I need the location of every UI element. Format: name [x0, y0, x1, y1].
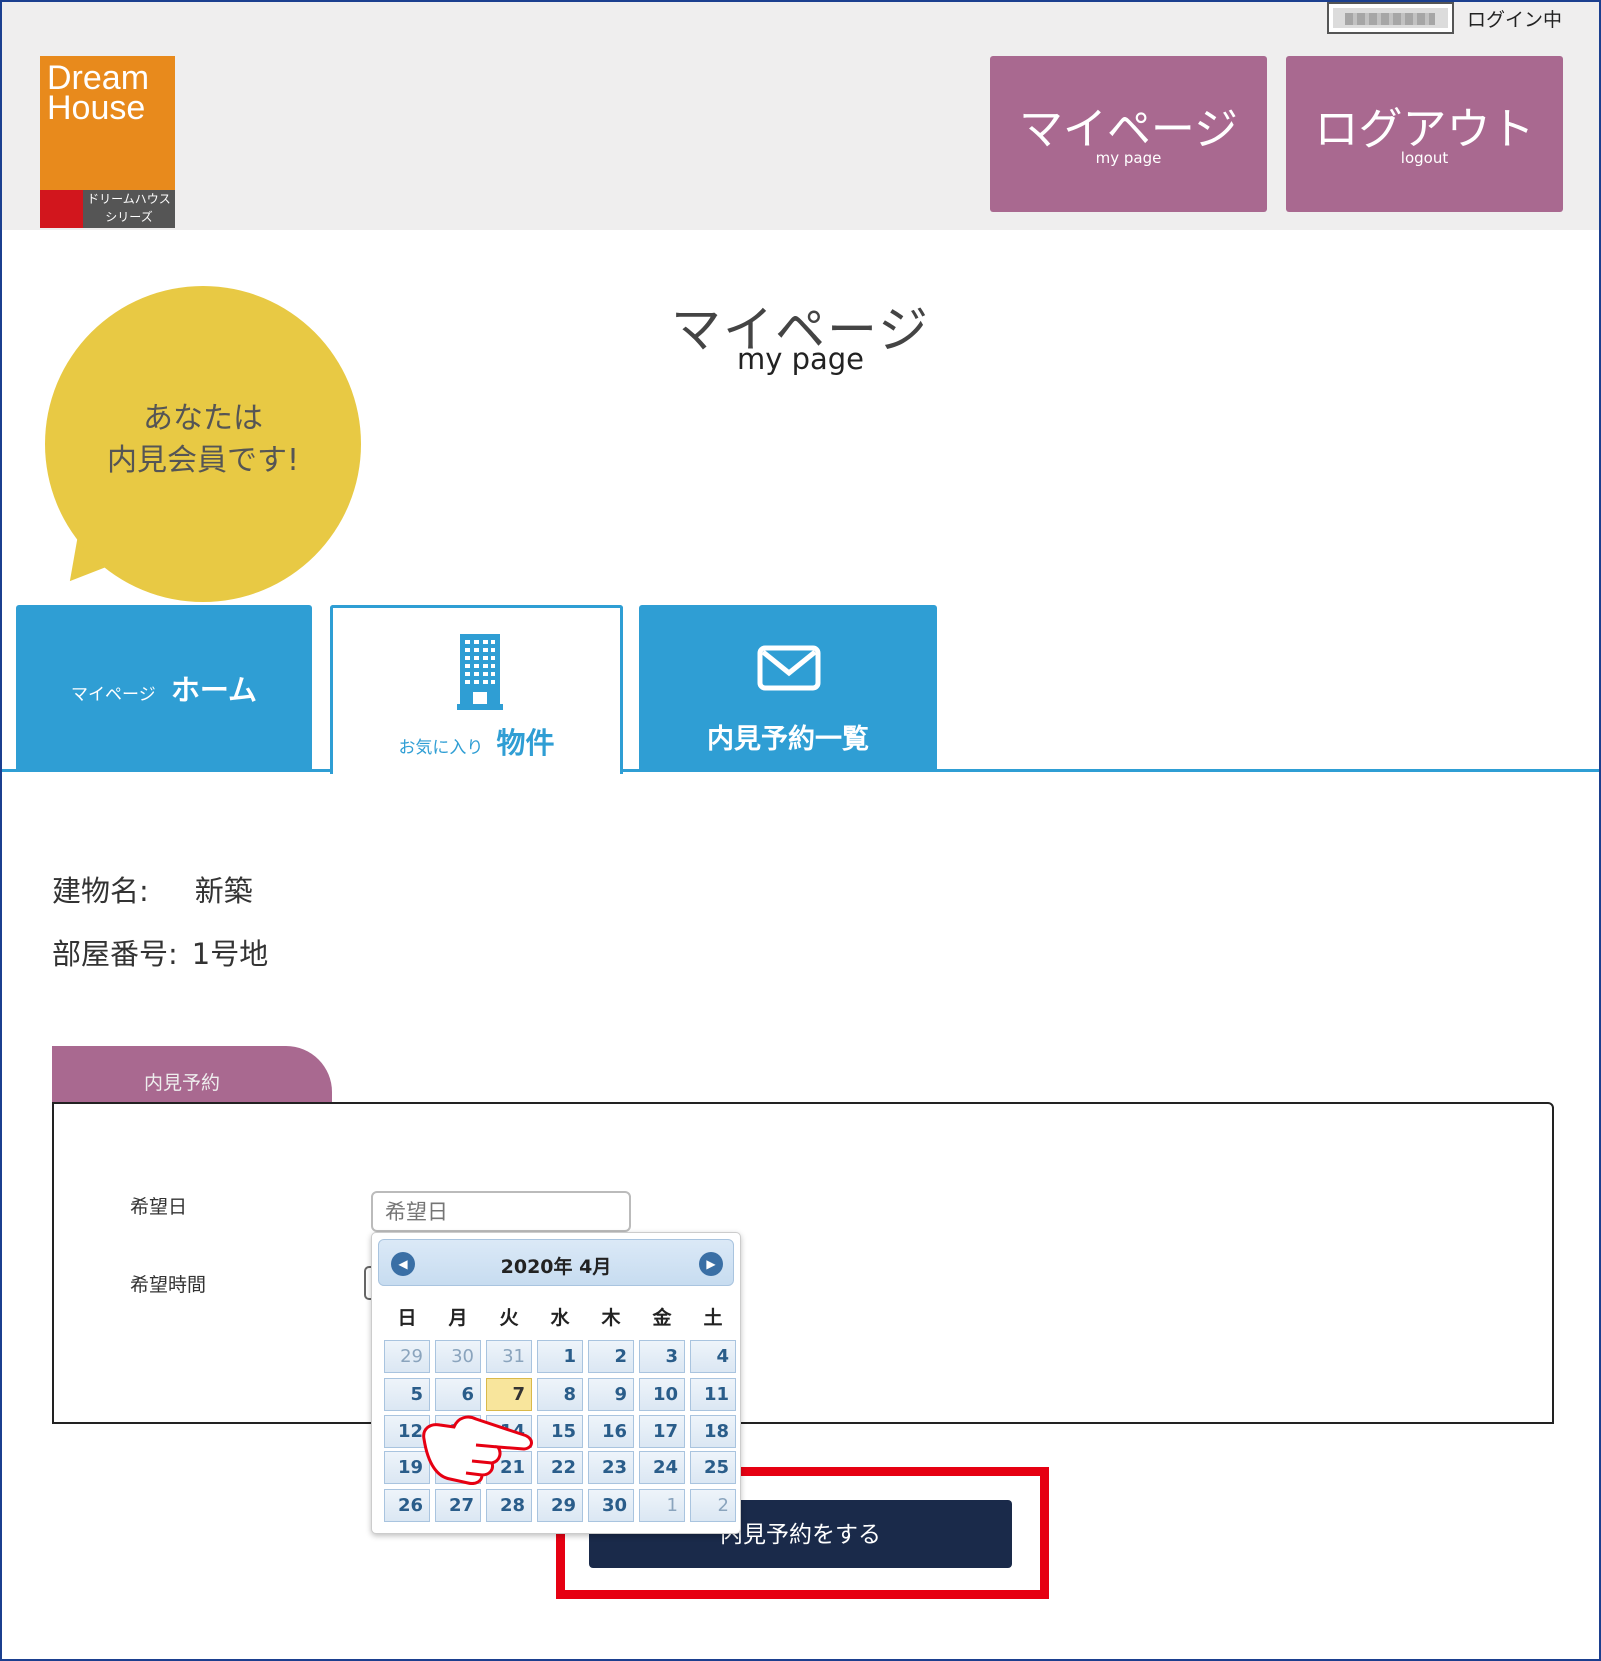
header: ログイン中 Dream House ドリームハウス シリーズ マイページ my … — [2, 2, 1599, 230]
login-status: ログイン中 — [1467, 9, 1563, 31]
building-name-label: 建物名: — [52, 874, 149, 908]
tab-favorites-small: お気に入り — [398, 738, 484, 758]
calendar-day[interactable]: 2 — [690, 1489, 736, 1522]
calendar-day[interactable]: 31 — [486, 1340, 532, 1373]
reservation-section-tab: 内見予約 — [52, 1046, 332, 1104]
calendar-day[interactable]: 2 — [588, 1340, 634, 1373]
preferred-date-label: 希望日 — [130, 1196, 188, 1218]
preferred-date-input[interactable] — [371, 1191, 631, 1232]
room-number-row: 部屋番号: 1号地 — [52, 931, 268, 973]
calendar-day[interactable]: 24 — [639, 1451, 685, 1484]
logout-button[interactable]: ログアウト logout — [1286, 56, 1563, 212]
logout-button-label: ログアウト — [1314, 104, 1535, 155]
calendar-day[interactable]: 1 — [537, 1340, 583, 1373]
logo-series: ドリームハウス シリーズ — [83, 190, 175, 228]
calendar-day[interactable]: 30 — [435, 1340, 481, 1373]
calendar-day[interactable]: 11 — [690, 1378, 736, 1411]
calendar-day[interactable]: 3 — [639, 1340, 685, 1373]
calendar-day[interactable]: 4 — [690, 1340, 736, 1373]
calendar-day[interactable]: 9 — [588, 1378, 634, 1411]
calendar-title: 2020年 4月 — [500, 1256, 612, 1278]
tab-home-large: ホーム — [170, 673, 257, 707]
calendar-day[interactable]: 1 — [639, 1489, 685, 1522]
calendar-day[interactable]: 29 — [537, 1489, 583, 1522]
logo-series-line2: シリーズ — [105, 210, 153, 224]
tab-reservations-label: 内見予約一覧 — [707, 724, 869, 755]
room-number-label: 部屋番号: — [52, 937, 178, 971]
calendar-day[interactable]: 10 — [639, 1378, 685, 1411]
weekday-header: 水 — [550, 1307, 570, 1329]
pointing-hand-icon — [422, 1415, 533, 1485]
calendar-day[interactable]: 17 — [639, 1415, 685, 1448]
calendar-day[interactable]: 28 — [486, 1489, 532, 1522]
calendar-day[interactable]: 16 — [588, 1415, 634, 1448]
next-month-icon[interactable]: ▶ — [699, 1252, 723, 1276]
tab-home-small: マイページ — [71, 685, 156, 705]
page-subtitle: my page — [736, 342, 865, 376]
calendar-day[interactable]: 18 — [690, 1415, 736, 1448]
building-name-value: 新築 — [194, 874, 253, 908]
building-icon — [457, 634, 503, 710]
calendar-day[interactable]: 27 — [435, 1489, 481, 1522]
bubble-line1: あなたは — [143, 401, 263, 436]
mail-icon — [757, 645, 821, 691]
logo-line2: House — [47, 89, 146, 127]
weekday-header: 土 — [703, 1307, 723, 1329]
preferred-time-label: 希望時間 — [130, 1274, 207, 1296]
blurred-user-name — [1345, 13, 1435, 25]
active-tab-gap — [333, 769, 620, 772]
room-number-value: 1号地 — [191, 937, 269, 971]
bubble-line2: 内見会員です! — [106, 443, 300, 478]
user-name-box — [1327, 2, 1454, 34]
calendar-day[interactable]: 23 — [588, 1451, 634, 1484]
weekday-header: 日 — [397, 1307, 417, 1329]
logo-red-block — [40, 190, 83, 228]
mypage-button[interactable]: マイページ my page — [990, 56, 1267, 212]
calendar-day[interactable]: 26 — [384, 1489, 430, 1522]
calendar-day[interactable]: 30 — [588, 1489, 634, 1522]
weekday-header: 金 — [652, 1307, 672, 1329]
weekday-header: 月 — [448, 1307, 468, 1329]
building-name-row: 建物名: 新築 — [52, 868, 253, 910]
logo[interactable]: Dream House ドリームハウス シリーズ — [40, 56, 175, 228]
tab-favorites[interactable]: お気に入り 物件 — [330, 605, 623, 774]
calendar-day[interactable]: 25 — [690, 1451, 736, 1484]
mypage-button-label: マイページ — [1018, 104, 1239, 155]
calendar-day[interactable]: 29 — [384, 1340, 430, 1373]
calendar-header: ◀ 2020年 4月 ▶ — [378, 1239, 734, 1286]
logo-series-line1: ドリームハウス — [87, 192, 171, 206]
tab-underline — [2, 769, 1599, 772]
tab-home[interactable]: マイページ ホーム — [16, 605, 312, 771]
reservation-form-box — [52, 1102, 1554, 1424]
weekday-header: 火 — [499, 1307, 519, 1329]
weekday-header: 木 — [601, 1307, 621, 1329]
tab-favorites-large: 物件 — [496, 726, 555, 760]
datepicker-calendar: ◀ 2020年 4月 ▶ 日月火水木金土 29 30 31 1 2 3 4 5 6 7 8 9 10 11 1… — [371, 1232, 741, 1534]
tab-reservations[interactable]: 内見予約一覧 — [639, 605, 937, 771]
member-bubble-text: あなたは 内見会員です! — [45, 398, 361, 482]
